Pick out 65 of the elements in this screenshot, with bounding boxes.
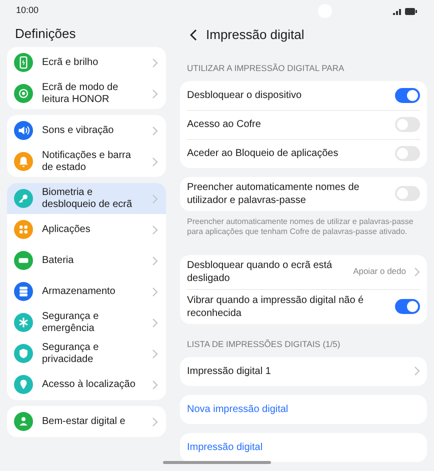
home-indicator[interactable] (163, 461, 271, 464)
item-label: Bem-estar digital e (42, 416, 126, 428)
item-label: Sons e vibração (42, 124, 115, 136)
battery-icon (405, 8, 417, 14)
sidebar-item[interactable]: Ecrã e brilho (7, 47, 166, 78)
item-label: Acesso à localização (42, 378, 136, 390)
setting-label: Aceder ao Bloqueio de aplicações (187, 147, 340, 160)
sidebar-item[interactable]: Bateria (7, 245, 166, 276)
setting-note: Preencher automaticamente nomes de utilizar e palavras-passe para aplicações que tenham Cofre de palavras-passe ativado. (186, 216, 414, 237)
chevron-icon (152, 380, 158, 390)
sidebar-item[interactable]: Aplicações (7, 214, 166, 245)
toggle-switch[interactable] (395, 88, 420, 103)
setting-label: Desbloquear o dispositivo (187, 88, 303, 102)
chevron-icon (152, 348, 158, 358)
page-title: Impressão digital (206, 26, 304, 44)
toggle-switch[interactable] (395, 186, 420, 202)
chevron-icon (152, 416, 158, 426)
status-time: 10:00 (16, 4, 39, 18)
chevron-icon (414, 366, 420, 376)
item-label: Ecrã de modo de leitura HONOR (42, 82, 120, 106)
chevron-icon (152, 224, 158, 234)
setting-label: Desbloquear quando o ecrã está desligado (187, 258, 334, 285)
item-label: Biometria e desbloqueio de ecrã (42, 186, 134, 210)
action-link[interactable]: Nova impressão digital (187, 402, 288, 416)
sidebar-item[interactable]: Acesso à localização (7, 369, 166, 400)
chevron-icon (152, 156, 158, 166)
sidebar-item[interactable]: Armazenamento (7, 276, 166, 307)
setting-label: Impressão digital 1 (187, 364, 272, 378)
setting-label: Preencher automaticamente nomes de utilizador e palavras-passe (187, 180, 360, 207)
fingerprint-item[interactable]: Impressão digital 1 (187, 356, 420, 386)
item-label: Aplicações (42, 224, 92, 236)
sidebar-item[interactable]: Segurança e emergência (7, 307, 166, 338)
section-header: LISTA DE IMPRESSÕES DIGITAIS (1/5) (186, 338, 342, 350)
chevron-icon (414, 266, 420, 277)
chevron-icon (152, 126, 158, 136)
section-header: UTILIZAR A IMPRESSÃO DIGITAL PARA (186, 62, 346, 75)
item-label: Notificações e barra de estado (42, 150, 132, 174)
sidebar-item[interactable]: Sons e vibração (7, 115, 166, 146)
action-link[interactable]: Impressão digital (187, 440, 263, 454)
sidebar-item[interactable]: Segurança e privacidade (7, 338, 166, 369)
chevron-icon (152, 318, 158, 328)
sidebar-title: Definições (15, 25, 76, 44)
chevron-icon (152, 58, 158, 68)
setting-label: Acesso ao Cofre (187, 118, 262, 132)
item-label: Ecrã e brilho (42, 56, 100, 68)
setting-row[interactable]: Desbloquear quando o ecrã está desligado Apoiar o dedo (187, 254, 420, 289)
sidebar-item[interactable]: Biometria e desbloqueio de ecrã (7, 183, 166, 214)
sidebar-item[interactable]: Ecrã de modo de leitura HONOR (7, 78, 166, 109)
sidebar-item[interactable]: Notificações e barra de estado (7, 146, 166, 177)
chevron-icon (152, 194, 158, 204)
toggle-switch[interactable] (395, 117, 420, 132)
toggle-switch[interactable] (395, 146, 420, 162)
item-label: Segurança e privacidade (42, 342, 100, 366)
chevron-icon (152, 286, 158, 296)
chevron-icon (152, 88, 158, 98)
toggle-switch[interactable] (395, 299, 420, 314)
setting-value: Apoiar o dedo (353, 265, 406, 278)
item-label: Bateria (42, 254, 75, 266)
item-label: Segurança e emergência (42, 310, 100, 334)
sidebar-item[interactable]: Bem-estar digital e (7, 406, 166, 437)
back-icon[interactable] (190, 29, 197, 41)
setting-label: Vibrar quando a impressão digital não é reconhecida (187, 294, 365, 320)
chevron-icon (152, 256, 158, 266)
item-label: Armazenamento (42, 286, 116, 298)
signal-icon (393, 8, 403, 14)
